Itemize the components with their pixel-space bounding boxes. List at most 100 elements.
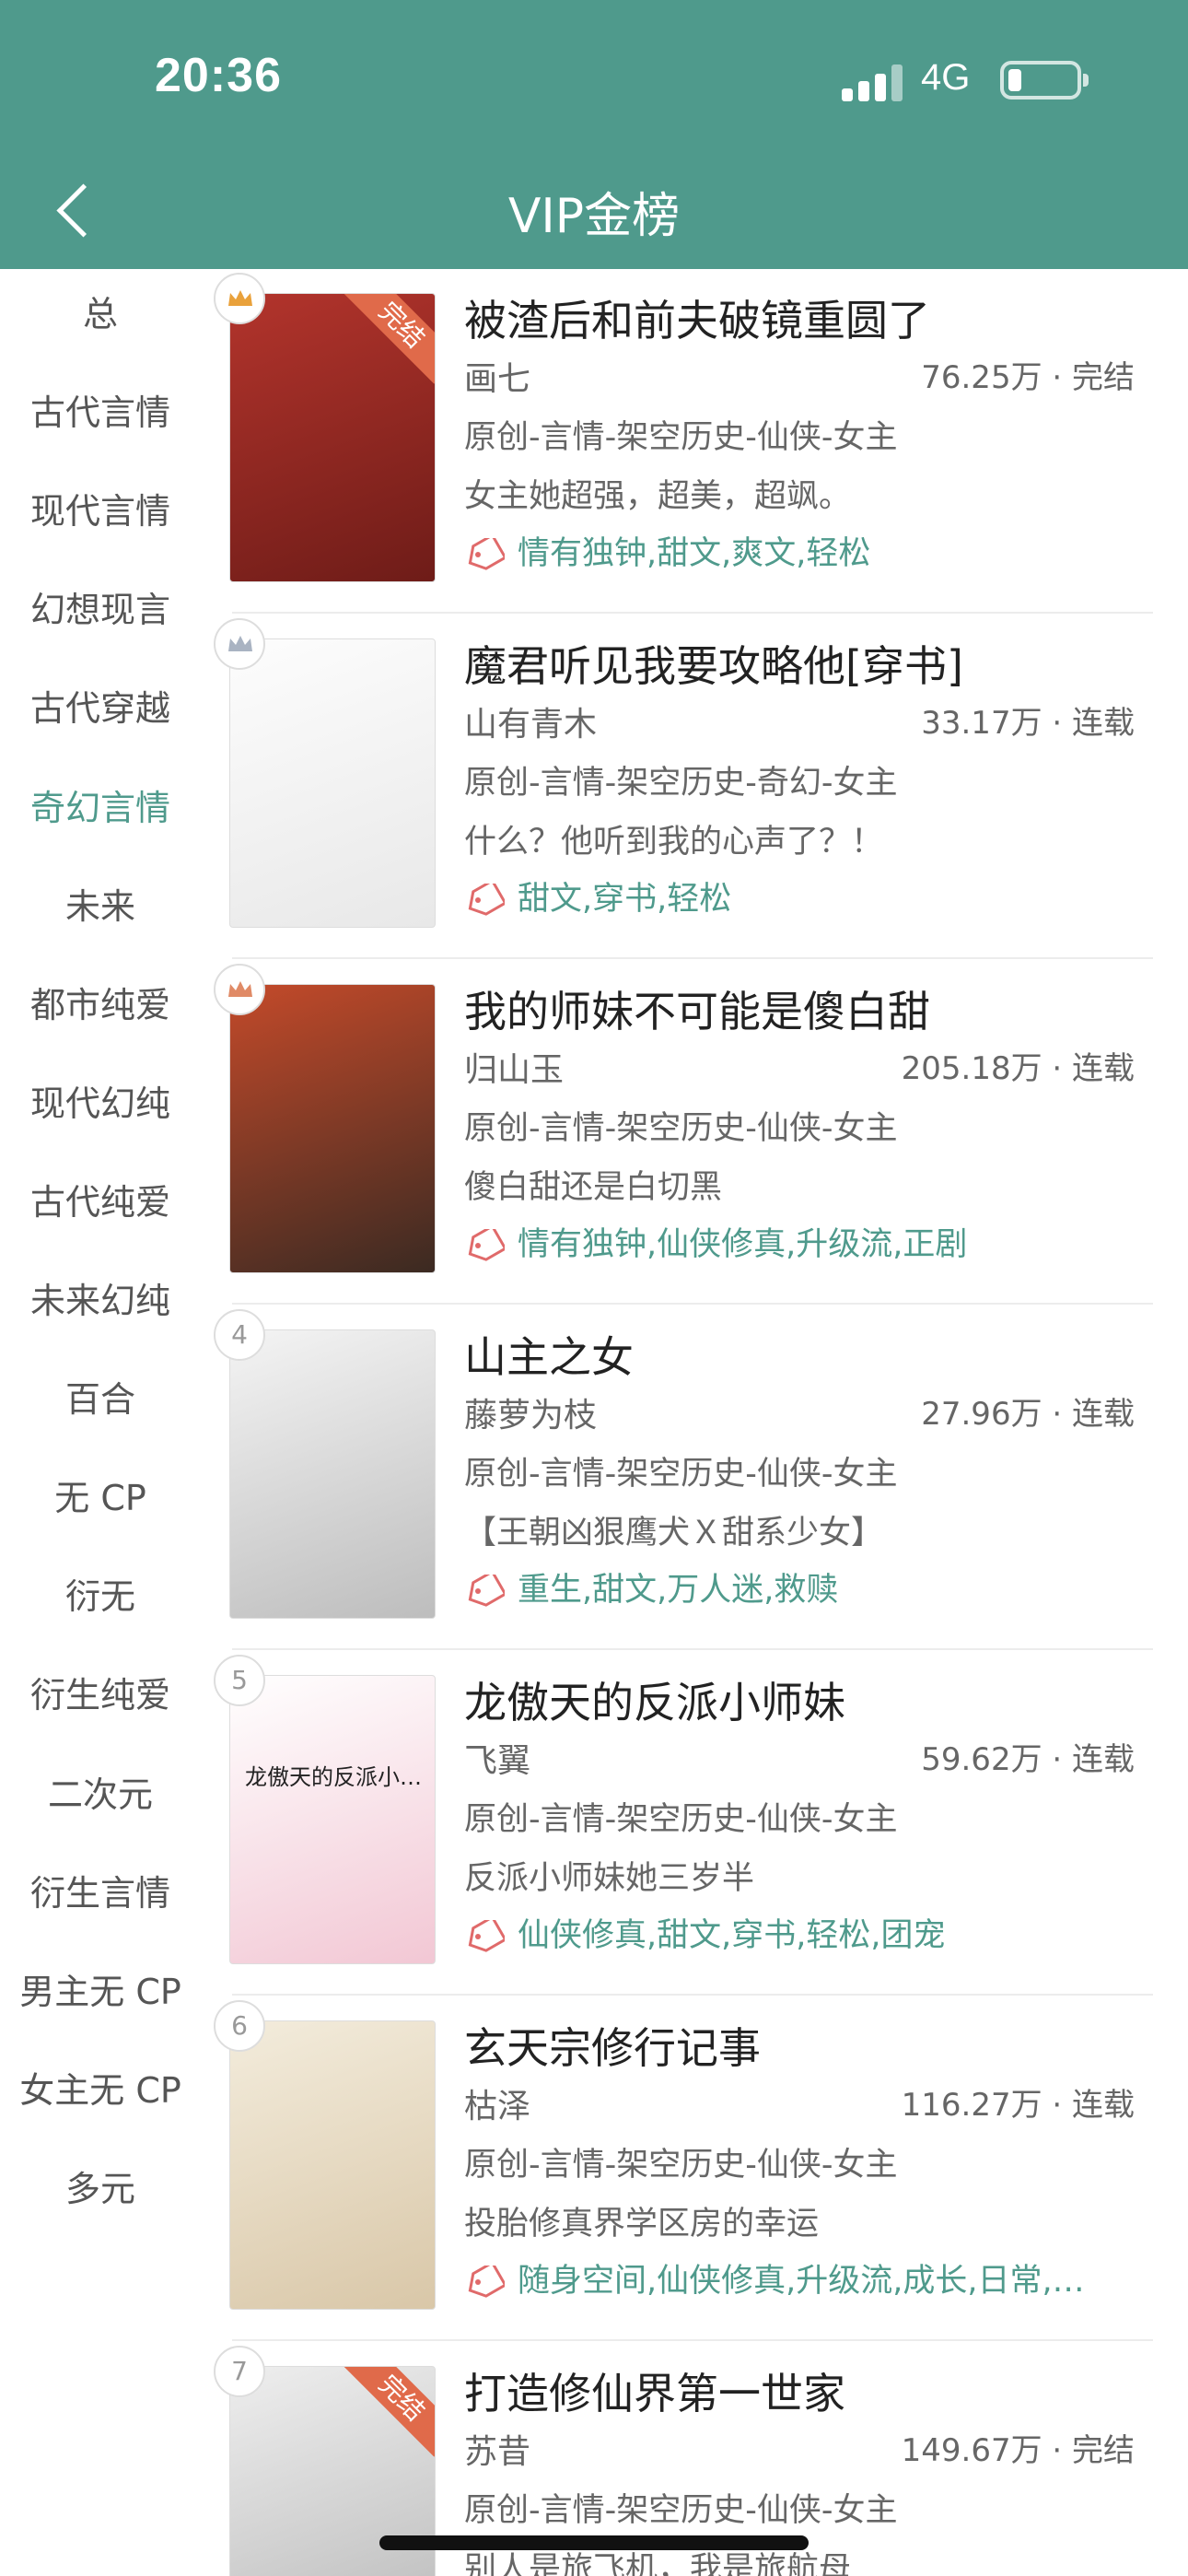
sidebar-item[interactable]: 未来 xyxy=(0,884,201,930)
sidebar-item[interactable]: 古代纯爱 xyxy=(0,1179,201,1225)
sidebar-item[interactable]: 古代言情 xyxy=(0,390,201,436)
book-cover[interactable] xyxy=(229,984,436,1273)
book-tags-text: 仙侠修真,甜文,穿书,轻松,团宠 xyxy=(518,1917,946,1954)
row-divider xyxy=(232,1648,1153,1650)
row-divider xyxy=(232,2339,1153,2341)
sidebar-item[interactable]: 奇幻言情 xyxy=(0,785,201,831)
sidebar-item[interactable]: 衍无 xyxy=(0,1574,201,1620)
book-author[interactable]: 山有青木 xyxy=(464,697,597,745)
sidebar-item[interactable]: 衍生纯爱 xyxy=(0,1672,201,1718)
book-author[interactable]: 枯泽 xyxy=(464,2079,530,2127)
book-cover[interactable]: 龙傲天的反派小… xyxy=(229,1675,436,1964)
rank-number: 5 xyxy=(231,1665,248,1695)
sidebar-item[interactable]: 古代穿越 xyxy=(0,685,201,732)
top-bar: 20:36 4G VIP金榜 xyxy=(0,0,1188,269)
book-title[interactable]: 魔君听见我要攻略他[穿书] xyxy=(464,633,963,694)
book-wordcount-status: 205.18万 · 连载 xyxy=(901,1050,1135,1087)
book-description: 【王朝凶狠鹰犬Ｘ甜系少女】 xyxy=(464,1515,884,1551)
book-tags: 重生,甜文,万人迷,救赎 xyxy=(464,1563,1136,1610)
book-tags-text: 甜文,穿书,轻松 xyxy=(518,881,732,918)
crown-icon xyxy=(228,981,252,997)
book-wordcount-status: 59.62万 · 连载 xyxy=(921,1741,1135,1778)
sidebar-item[interactable]: 都市纯爱 xyxy=(0,982,201,1028)
page-title: VIP金榜 xyxy=(507,189,681,244)
rank-badge xyxy=(214,964,265,1015)
rank-number: 6 xyxy=(231,2010,248,2041)
book-author[interactable]: 苏昔 xyxy=(464,2425,530,2473)
book-list-item[interactable]: 龙傲天的反派小… 5 龙傲天的反派小师妹 飞翼 59.62万 · 连载 原创-言情-架空历… xyxy=(214,1651,1153,1996)
book-title[interactable]: 龙傲天的反派小师妹 xyxy=(464,1669,845,1730)
tag-icon xyxy=(468,1920,505,1952)
book-wordcount-status: 33.17万 · 连载 xyxy=(921,705,1135,742)
sidebar-item[interactable]: 男主无 CP xyxy=(0,1969,201,2015)
status-ribbon: 完结 xyxy=(343,294,435,384)
sidebar-item[interactable]: 未来幻纯 xyxy=(0,1278,201,1324)
book-tags: 随身空间,仙侠修真,升级流,成长,日常,… xyxy=(464,2254,1136,2301)
book-wordcount-status: 76.25万 · 完结 xyxy=(921,359,1135,396)
book-list-item[interactable]: 6 玄天宗修行记事 枯泽 116.27万 · 连载 原创-言情-架空历史-仙侠-女主 投胎… xyxy=(214,1996,1153,2341)
status-time: 20:36 xyxy=(155,49,282,102)
book-list-item[interactable]: 我的师妹不可能是傻白甜 归山玉 205.18万 · 连载 原创-言情-架空历史-仙侠-… xyxy=(214,960,1153,1305)
book-wordcount-status: 27.96万 · 连载 xyxy=(921,1396,1135,1433)
book-title[interactable]: 玄天宗修行记事 xyxy=(464,2015,761,2076)
book-title[interactable]: 山主之女 xyxy=(464,1324,634,1385)
sidebar-item[interactable]: 衍生言情 xyxy=(0,1870,201,1916)
battery-icon xyxy=(1000,61,1089,100)
tag-icon xyxy=(468,1575,505,1607)
sidebar-item[interactable]: 总 xyxy=(0,291,201,337)
tag-icon xyxy=(468,884,505,916)
sidebar-item[interactable]: 二次元 xyxy=(0,1772,201,1818)
sidebar-item[interactable]: 百合 xyxy=(0,1376,201,1423)
book-cover[interactable]: 完结 xyxy=(229,293,436,582)
network-type: 4G xyxy=(921,57,971,98)
book-list-item[interactable]: 4 山主之女 藤萝为枝 27.96万 · 连载 原创-言情-架空历史-仙侠-女主 【王朝凶… xyxy=(214,1306,1153,1650)
book-description: 什么？他听到我的心声了？！ xyxy=(464,824,884,861)
rank-badge: 4 xyxy=(214,1309,265,1361)
book-cover[interactable] xyxy=(229,1329,436,1619)
book-genre: 原创-言情-架空历史-仙侠-女主 xyxy=(464,2492,898,2529)
book-wordcount-status: 149.67万 · 完结 xyxy=(901,2432,1135,2469)
book-tags-text: 情有独钟,甜文,爽文,轻松 xyxy=(518,535,871,572)
sidebar-item[interactable]: 无 CP xyxy=(0,1475,201,1521)
book-list-item[interactable]: 魔君听见我要攻略他[穿书] 山有青木 33.17万 · 连载 原创-言情-架空历史-奇… xyxy=(214,615,1153,959)
sidebar-item[interactable]: 幻想现言 xyxy=(0,587,201,633)
book-genre: 原创-言情-架空历史-仙侠-女主 xyxy=(464,419,898,456)
rank-badge: 6 xyxy=(214,2000,265,2052)
book-tags-text: 随身空间,仙侠修真,升级流,成长,日常,… xyxy=(518,2263,1085,2300)
sidebar-item[interactable]: 女主无 CP xyxy=(0,2067,201,2113)
book-title[interactable]: 被渣后和前夫破镜重圆了 xyxy=(464,287,930,348)
book-cover[interactable] xyxy=(229,638,436,928)
book-genre: 原创-言情-架空历史-奇幻-女主 xyxy=(464,765,898,802)
book-tags: 甜文,穿书,轻松 xyxy=(464,872,1136,919)
cover-title: 龙傲天的反派小… xyxy=(245,1764,422,1790)
book-tags: 仙侠修真,甜文,穿书,轻松,团宠 xyxy=(464,1909,1136,1956)
book-tags-text: 情有独钟,仙侠修真,升级流,正剧 xyxy=(518,1226,968,1263)
book-list-item[interactable]: 完结 被渣后和前夫破镜重圆了 画七 76.25万 · 完结 原创-言情-架空历史-仙侠-… xyxy=(214,269,1153,614)
crown-icon xyxy=(228,290,252,306)
book-author[interactable]: 藤萝为枝 xyxy=(464,1388,597,1436)
tag-icon xyxy=(468,1229,505,1261)
rank-number: 7 xyxy=(231,2356,248,2386)
book-description: 女主她超强，超美，超飒。 xyxy=(464,478,852,515)
book-tags: 情有独钟,仙侠修真,升级流,正剧 xyxy=(464,1218,1136,1265)
status-ribbon: 完结 xyxy=(343,2367,435,2457)
book-author[interactable]: 归山玉 xyxy=(464,1043,564,1091)
sidebar-item[interactable]: 现代言情 xyxy=(0,488,201,534)
book-tags: 情有独钟,甜文,爽文,轻松 xyxy=(464,527,1136,574)
sidebar-item[interactable]: 多元 xyxy=(0,2166,201,2212)
home-indicator xyxy=(379,2535,809,2550)
book-description: 傻白甜还是白切黑 xyxy=(464,1169,723,1206)
book-title[interactable]: 打造修仙界第一世家 xyxy=(464,2360,845,2421)
book-author[interactable]: 飞翼 xyxy=(464,1734,530,1782)
book-cover[interactable] xyxy=(229,2020,436,2310)
tag-icon xyxy=(468,2266,505,2298)
crown-icon xyxy=(228,636,252,651)
book-author[interactable]: 画七 xyxy=(464,352,530,400)
book-title[interactable]: 我的师妹不可能是傻白甜 xyxy=(464,978,930,1039)
book-genre: 原创-言情-架空历史-仙侠-女主 xyxy=(464,2147,898,2184)
sidebar-item[interactable]: 现代幻纯 xyxy=(0,1081,201,1127)
row-divider xyxy=(232,1994,1153,1996)
rank-badge xyxy=(214,273,265,324)
tag-icon xyxy=(468,538,505,570)
book-genre: 原创-言情-架空历史-仙侠-女主 xyxy=(464,1801,898,1838)
